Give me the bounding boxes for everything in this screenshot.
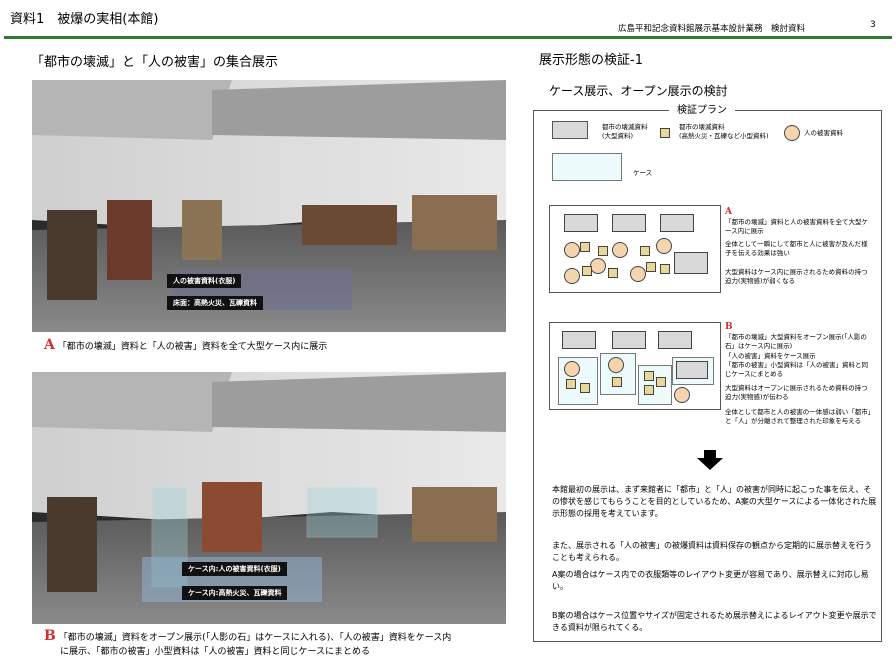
plan-b-letter: B (725, 322, 733, 332)
legend-case-swatch (552, 153, 622, 181)
legend-large-urban-swatch (552, 121, 588, 139)
caption-b-letter: B (44, 628, 56, 644)
caption-b: B 「都市の壊滅」資料をオープン展示(「人影の石」はケースに入れる)、「人の被害… (44, 629, 504, 659)
legend-small-urban-swatch (660, 128, 670, 138)
legend-small-urban-label: 都市の壊滅資料 (高熱火災・瓦礫など小型資料) (679, 123, 769, 140)
body-paragraph-3: A案の場合はケース内での衣服類等のレイアウト変更が容易であり、展示替えに対応し易… (552, 570, 869, 591)
exhibit-render-a-image (32, 80, 506, 332)
down-arrow-icon (697, 450, 723, 470)
document-subtitle: 広島平和記念資料館展示基本設計業務 検討資料 (618, 24, 806, 34)
body-paragraph-1: 本館最初の展示は、まず来館者に「都市」と「人」の被害が同時に起こった事を伝え、そ… (552, 485, 877, 518)
exhibit-label-b-2: ケース内:高熱火災、瓦礫資料 (182, 586, 288, 600)
caption-a-letter: A (44, 337, 55, 353)
caption-b-line-1: 「都市の壊滅」資料をオープン展示(「人影の石」はケースに入れる)、「人の被害」資… (58, 633, 452, 643)
caption-a-text: 「都市の壊滅」資料と「人の被害」資料を全て大型ケース内に展示 (57, 342, 328, 352)
legend-human-label: 人の被害資料 (804, 129, 843, 137)
body-paragraph-2: また、展示される「人の被害」の被爆資料は資料保存の観点から定期的に展示替えを行う… (552, 541, 872, 562)
plan-b-note-1: 「都市の壊滅」大型資料をオープン展示(「人影の石」はケース内に展示) (725, 333, 867, 350)
exhibit-render-b: ケース内:人の被害資料(衣服) ケース内:高熱火災、瓦礫資料 (32, 372, 506, 624)
plan-b-note-2: 「人の被害」資料をケース展示 (725, 352, 816, 360)
left-section-heading: 「都市の壊滅」と「人の被害」の集合展示 (31, 55, 279, 70)
exhibit-label-b-1: ケース内:人の被害資料(衣服) (182, 562, 287, 576)
right-section-subheading: ケース展示、オープン展示の検討 (549, 84, 728, 98)
plan-b-note-4: 大型資料はオープンに展示されるため資料の持つ迫力(実物感)が伝わる (725, 384, 868, 401)
plan-a-letter: A (725, 207, 732, 217)
exhibit-label-a-1: 人の被害資料(衣服) (167, 274, 242, 288)
plan-a-diagram (549, 205, 721, 293)
verification-plan-title: 検証プラン (669, 101, 735, 116)
plan-b-diagram (549, 322, 721, 410)
page-number: 3 (870, 20, 876, 30)
exhibit-render-a: 人の被害資料(衣服) 床面：高熱火災、瓦礫資料 (32, 80, 506, 332)
caption-a: A 「都市の壊滅」資料と「人の被害」資料を全て大型ケース内に展示 (44, 338, 327, 354)
legend-case-label: ケース (633, 169, 653, 177)
right-section-heading: 展示形態の検証-1 (539, 53, 643, 68)
plan-b-note-3: 「都市の被害」小型資料は「人の被害」資料と同じケースにまとめる (725, 361, 868, 378)
body-paragraph-4: B案の場合はケース位置やサイズが固定されるため展示替えによるレイアウト変更や展示… (552, 611, 877, 632)
header-divider (4, 36, 892, 39)
exhibit-label-a-2: 床面：高熱火災、瓦礫資料 (167, 296, 263, 310)
page-title: 資料1 被爆の実相(本館) (10, 12, 159, 27)
caption-b-line-2: に展示、「都市の被害」小型資料は「人の被害」資料と同じケースにまとめる (60, 647, 371, 657)
plan-a-note-3: 大型資料はケース内に展示されるため資料の持つ迫力(実物感)が弱くなる (725, 268, 868, 285)
plan-a-note-2: 全体として一瞬にして都市と人に被害が及んだ様子を伝える効果は強い (725, 240, 868, 257)
plan-a-note-1: 「都市の壊滅」資料と人の被害資料を全て大型ケース内に展示 (725, 218, 868, 235)
legend-large-urban-label: 都市の壊滅資料 (大型資料) (602, 123, 648, 140)
plan-b-note-5: 全体として都市と人の被害の一体感は弱い「都市」と「人」が分離されて整理された印象… (725, 408, 872, 425)
legend-human-swatch (784, 125, 800, 141)
